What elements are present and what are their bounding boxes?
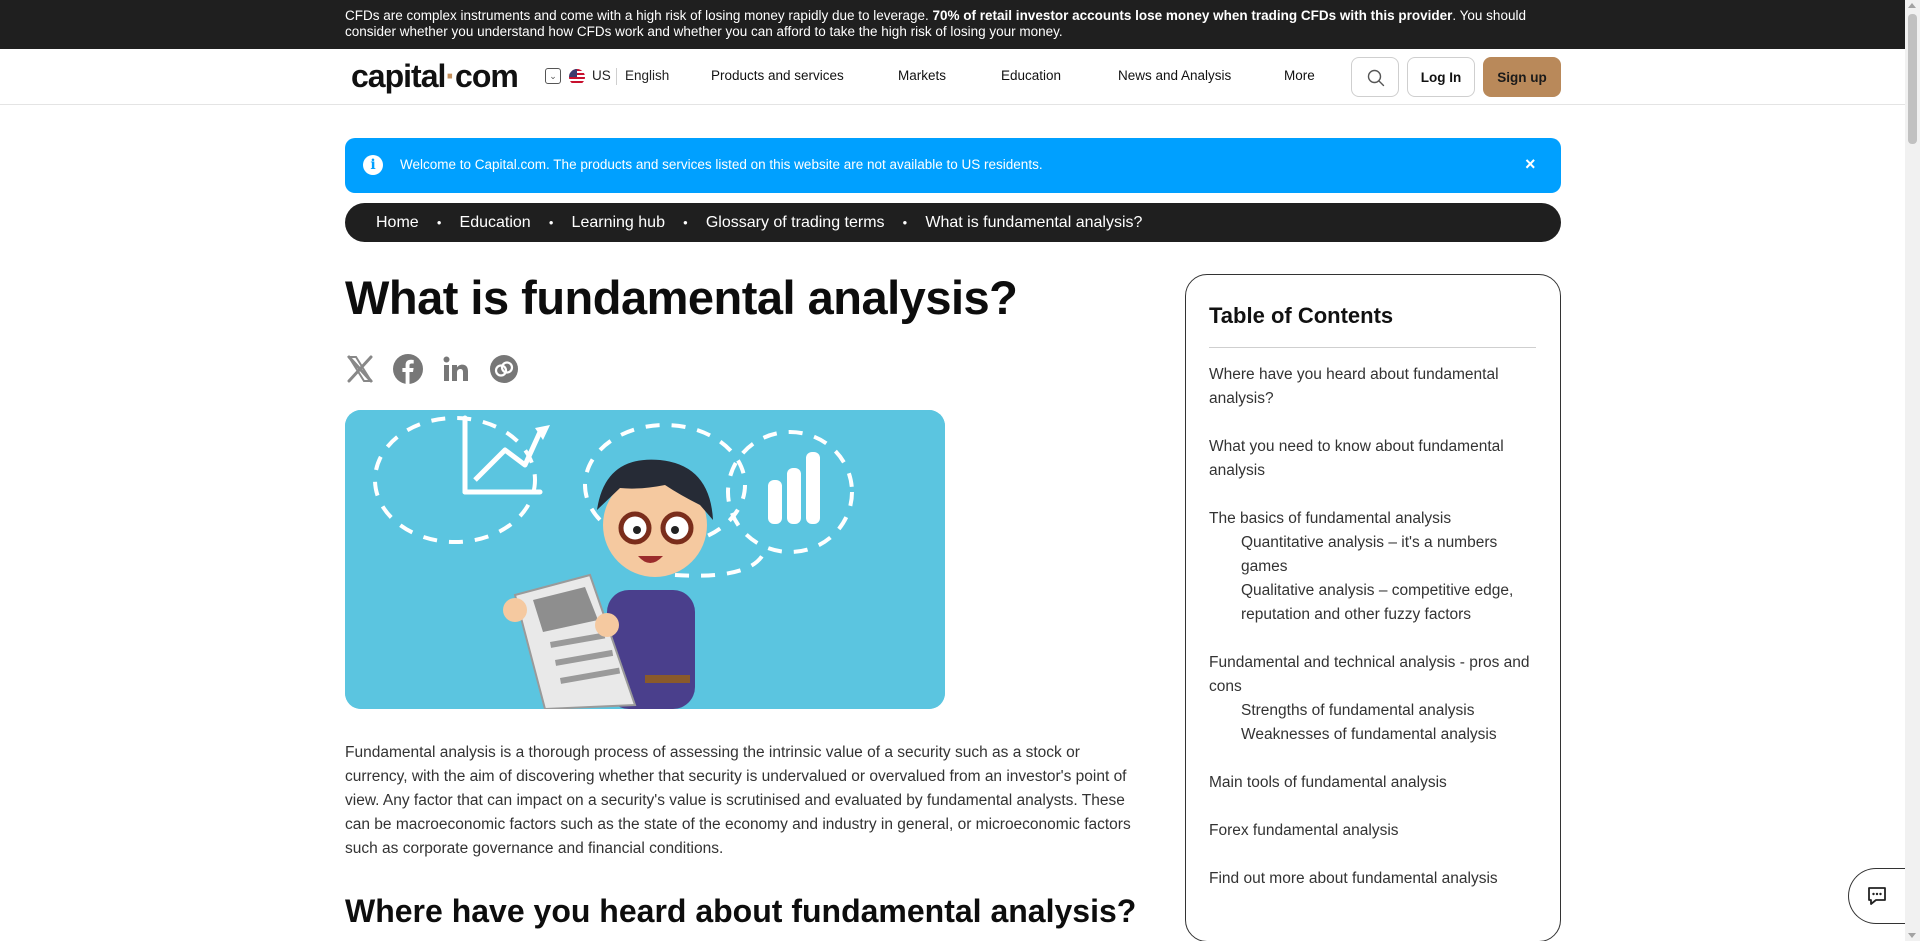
copy-link-icon[interactable] xyxy=(487,352,521,386)
breadcrumb-education[interactable]: Education xyxy=(460,214,531,232)
article-intro: Fundamental analysis is a thorough proce… xyxy=(345,744,1131,857)
breadcrumb-separator: ● xyxy=(682,218,688,227)
risk-warning-banner: CFDs are complex instruments and come wi… xyxy=(0,0,1905,49)
toc-item[interactable]: Forex fundamental analysis xyxy=(1209,819,1539,843)
toc-subitem[interactable]: Strengths of fundamental analysis xyxy=(1209,699,1539,723)
scroll-up-arrow[interactable] xyxy=(1908,3,1916,8)
toc-item[interactable]: Main tools of fundamental analysis xyxy=(1209,771,1539,795)
toc-list: Where have you heard about fundamental a… xyxy=(1209,363,1539,891)
article-hero-image xyxy=(345,410,945,709)
logo[interactable]: capital·com xyxy=(351,58,519,95)
chevron-down-icon[interactable]: ⌄ xyxy=(545,68,561,84)
toc-item[interactable]: Where have you heard about fundamental a… xyxy=(1209,363,1539,411)
toc-item[interactable]: The basics of fundamental analysis Quant… xyxy=(1209,507,1539,627)
breadcrumb: Home ● Education ● Learning hub ● Glossa… xyxy=(345,203,1561,242)
notice-text: Welcome to Capital.com. The products and… xyxy=(400,157,1043,172)
login-button[interactable]: Log In xyxy=(1407,57,1475,97)
toc-item[interactable]: Fundamental and technical analysis - pro… xyxy=(1209,651,1539,747)
nav-news-and-analysis[interactable]: News and Analysis xyxy=(1118,68,1231,83)
x-icon[interactable] xyxy=(343,352,377,386)
chat-button[interactable] xyxy=(1848,868,1905,924)
breadcrumb-separator: ● xyxy=(436,218,442,227)
breadcrumb-home[interactable]: Home xyxy=(376,214,419,232)
nav-education[interactable]: Education xyxy=(1001,68,1061,83)
breadcrumb-glossary[interactable]: Glossary of trading terms xyxy=(706,214,885,232)
us-residents-notice: i Welcome to Capital.com. The products a… xyxy=(345,138,1561,193)
signup-button[interactable]: Sign up xyxy=(1483,57,1561,97)
site-header: capital·com ⌄ US English Products and se… xyxy=(0,49,1905,105)
breadcrumb-separator: ● xyxy=(902,218,908,227)
us-flag-icon xyxy=(569,69,585,85)
toc-subitem[interactable]: Quantitative analysis – it's a numbers g… xyxy=(1209,531,1539,579)
risk-warning-text: CFDs are complex instruments and come wi… xyxy=(345,8,1526,39)
close-icon[interactable]: × xyxy=(1525,154,1536,175)
page-title: What is fundamental analysis? xyxy=(345,271,1018,324)
breadcrumb-separator: ● xyxy=(548,218,554,227)
toc-subitem[interactable]: Weaknesses of fundamental analysis xyxy=(1209,723,1539,747)
toc-item[interactable]: Find out more about fundamental analysis xyxy=(1209,867,1539,891)
breadcrumb-current: What is fundamental analysis? xyxy=(925,213,1143,231)
nav-more[interactable]: More xyxy=(1284,68,1315,83)
toc-title: Table of Contents xyxy=(1209,303,1394,328)
chat-icon xyxy=(1868,887,1886,905)
search-button[interactable] xyxy=(1351,57,1399,97)
facebook-icon[interactable] xyxy=(391,352,425,386)
scroll-thumb[interactable] xyxy=(1908,14,1917,144)
toc-item[interactable]: What you need to know about fundamental … xyxy=(1209,435,1539,483)
divider xyxy=(1209,347,1536,348)
divider xyxy=(616,68,617,85)
table-of-contents: Table of Contents Where have you heard a… xyxy=(1185,274,1561,941)
country-selector[interactable]: US xyxy=(592,68,611,83)
scroll-down-arrow[interactable] xyxy=(1908,933,1916,938)
scrollbar[interactable] xyxy=(1905,0,1920,941)
search-icon xyxy=(1367,69,1385,87)
breadcrumb-learning-hub[interactable]: Learning hub xyxy=(572,214,665,232)
language-selector[interactable]: English xyxy=(625,68,669,83)
section-heading: Where have you heard about fundamental a… xyxy=(345,893,1137,929)
linkedin-icon[interactable] xyxy=(439,352,473,386)
toc-subitem[interactable]: Qualitative analysis – competitive edge,… xyxy=(1209,579,1539,627)
nav-products-and-services[interactable]: Products and services xyxy=(711,68,844,83)
info-icon: i xyxy=(363,155,383,175)
nav-markets[interactable]: Markets xyxy=(898,68,946,83)
